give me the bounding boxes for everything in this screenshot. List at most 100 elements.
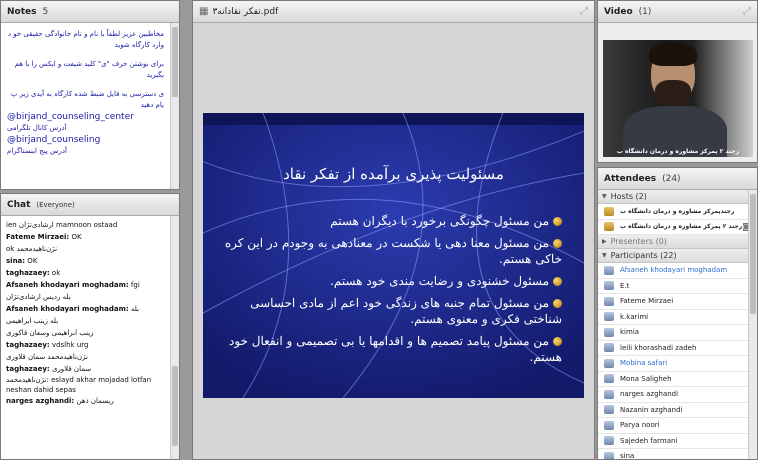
chat-text: vdslhk urg — [49, 341, 89, 349]
notes-count: 5 — [42, 6, 49, 17]
chat-text: ok نژن‌ناهیدمحمد — [6, 245, 58, 253]
participants-list: Afsaneh khodayari moghadam E.t Fateme Mirz… — [598, 263, 748, 460]
chat-text: ok — [49, 269, 61, 277]
chat-message: ok نژن‌ناهیدمحمد — [6, 243, 165, 255]
chat-text: سمان قلاوری — [49, 365, 92, 373]
participant-row[interactable]: Parya noori — [598, 418, 748, 434]
participant-row[interactable]: leili khorashadi zadeh — [598, 341, 748, 356]
chat-message: نژن‌ناهیدمحمد: eslayd akhar mojadad lotf… — [6, 375, 165, 395]
participant-name: Nazanin azghandi — [620, 405, 683, 414]
participant-row[interactable]: E.t — [598, 279, 748, 294]
host-icon — [604, 206, 614, 216]
participant-icon — [604, 327, 614, 337]
chat-text: زینب ابراهیمی وسعان قاکوری — [6, 329, 94, 337]
chat-message: Fateme Mirzaei: OK — [6, 231, 165, 243]
share-pod: ▦ تفکر نقادانه٣.pdf ⤢ مسئولیت پذیری برآم… — [192, 0, 595, 460]
collapse-triangle-icon[interactable]: ▼ — [602, 193, 607, 200]
participant-icon — [604, 405, 614, 415]
participant-row[interactable]: Fateme Mirzaei — [598, 294, 748, 310]
chat-scope[interactable]: (Everyone) — [36, 201, 74, 209]
chat-message: Afsaneh khodayari moghadam: fgi — [6, 279, 165, 291]
slide-bullet: من مسئول پیامد تصمیم ها و اقدامها یا بی … — [229, 334, 562, 364]
chat-text: ien ارشادی‌تژان mamnoon ostaad — [6, 221, 118, 229]
participant-name: Mona Saligheh — [620, 374, 672, 383]
chat-sender: taghazaey: — [6, 269, 50, 277]
share-menu-icon[interactable]: ▦ — [199, 6, 208, 17]
participant-name: sina — [620, 452, 635, 460]
chat-scrollbar[interactable] — [170, 216, 179, 459]
chat-text: نژن‌ناهیدمحمد: eslayd akhar mojadad lotf… — [6, 376, 152, 394]
slide-bullets: من مسئول چگونگی برخورد با دیگران هستم من… — [221, 213, 562, 371]
share-header: ▦ تفکر نقادانه٣.pdf ⤢ — [193, 1, 594, 23]
host-row[interactable]: رجند ٢ پمرکز مشاوره و درمان دانشگاه ب◙ — [598, 220, 748, 235]
video-title: Video — [604, 6, 633, 17]
slide-title: مسئولیت پذیری برآمده از تفکر نقاد — [283, 165, 504, 183]
participant-name: kimia — [620, 328, 640, 337]
participants-group[interactable]: ▼ Participants (22) — [598, 249, 748, 263]
chat-message: narges azghandi: ریسمان ذهن — [6, 395, 165, 407]
chat-text: بله زینب ابراهیمی — [6, 317, 59, 325]
chat-message: نژن‌ناهیدمحمد سمان قلاوری — [6, 351, 165, 363]
chat-title: Chat — [7, 199, 31, 210]
notes-line: مخاطبین عزیز لطفاً با نام و نام خانوادگی… — [7, 30, 164, 49]
fullscreen-icon[interactable]: ⤢ — [580, 6, 588, 17]
participant-icon — [604, 358, 614, 368]
video-header: Video (1) ⤢ — [598, 1, 757, 23]
share-document-title: تفکر نقادانه٣.pdf — [212, 6, 279, 17]
chat-message: taghazaey: ok — [6, 267, 165, 279]
chat-sender: narges azghandi: — [6, 397, 75, 405]
webcam-label: رجند ٢ پمرکز مشاوره و درمان دانشگاه ب — [616, 148, 740, 155]
chat-text: بله ردیس ارشادی‌تژان — [6, 293, 71, 301]
attendees-title: Attendees — [604, 173, 657, 184]
presenters-group[interactable]: ▶ Presenters (0) — [598, 235, 748, 249]
hosts-group[interactable]: ▼ Hosts (2) — [598, 190, 748, 204]
video-area: رجند ٢ پمرکز مشاوره و درمان دانشگاه ب — [598, 23, 757, 162]
chat-sender: sina: — [6, 257, 26, 265]
notes-scrollbar[interactable] — [170, 23, 179, 189]
collapse-triangle-icon[interactable]: ▼ — [602, 252, 607, 259]
participant-icon — [604, 374, 614, 384]
participant-name: Mobina safari — [620, 359, 668, 368]
participant-name: E.t — [620, 281, 630, 290]
participant-icon — [604, 451, 614, 459]
chat-message: ien ارشادی‌تژان mamnoon ostaad — [6, 219, 165, 231]
slide-bullet: مسئول خشنودی و رضایت مندی خود هستم. — [221, 273, 562, 289]
attendees-scrollbar[interactable] — [748, 190, 757, 459]
participant-name: Parya noori — [620, 421, 660, 430]
participant-row[interactable]: Afsaneh khodayari moghadam — [598, 263, 748, 279]
fullscreen-icon[interactable]: ⤢ — [743, 6, 751, 17]
participant-row[interactable]: Sajedeh farmani — [598, 434, 748, 449]
participant-row[interactable]: narges azghandi — [598, 387, 748, 403]
notes-content: مخاطبین عزیز لطفاً با نام و نام خانوادگی… — [1, 23, 170, 189]
participant-row[interactable]: Nazanin azghandi — [598, 403, 748, 418]
chat-message: بله زینب ابراهیمی — [6, 315, 165, 327]
bullet-icon — [553, 299, 562, 308]
chat-header: Chat (Everyone) — [1, 194, 179, 216]
chat-pod: Chat (Everyone) ien ارشادی‌تژان mamnoon … — [0, 193, 180, 460]
chat-text: بله — [128, 305, 139, 313]
chat-sender: Afsaneh khodayari moghadam: — [6, 281, 129, 289]
chat-sender: taghazaey: — [6, 341, 50, 349]
participant-icon — [604, 296, 614, 306]
participant-row[interactable]: sina — [598, 449, 748, 460]
participant-row[interactable]: Mona Saligheh — [598, 372, 748, 387]
chat-message: بله ردیس ارشادی‌تژان — [6, 291, 165, 303]
collapse-triangle-icon[interactable]: ▶ — [602, 238, 607, 245]
notes-header: Notes 5 — [1, 1, 179, 23]
chat-text: OK — [25, 257, 38, 265]
participant-name: Fateme Mirzaei — [620, 297, 674, 306]
chat-text: نژن‌ناهیدمحمد سمان قلاوری — [6, 353, 88, 361]
host-icon — [604, 222, 614, 232]
host-row[interactable]: رجندپمرکز مشاوره و درمان دانشگاه ب — [598, 204, 748, 220]
chat-sender: Afsaneh khodayari moghadam: — [6, 305, 129, 313]
participant-row[interactable]: kimia — [598, 325, 748, 341]
participant-icon — [604, 389, 614, 399]
chat-sender: Fateme Mirzaei: — [6, 233, 70, 241]
participant-row[interactable]: Mobina safari — [598, 356, 748, 372]
participant-row[interactable]: k.karimi — [598, 310, 748, 325]
chat-text: OK — [69, 233, 82, 241]
notes-pod: Notes 5 مخاطبین عزیز لطفاً با نام و نام … — [0, 0, 180, 190]
participant-icon — [604, 312, 614, 322]
slide-viewport: مسئولیت پذیری برآمده از تفکر نقاد من مسئ… — [193, 23, 594, 459]
participant-icon — [604, 265, 614, 275]
